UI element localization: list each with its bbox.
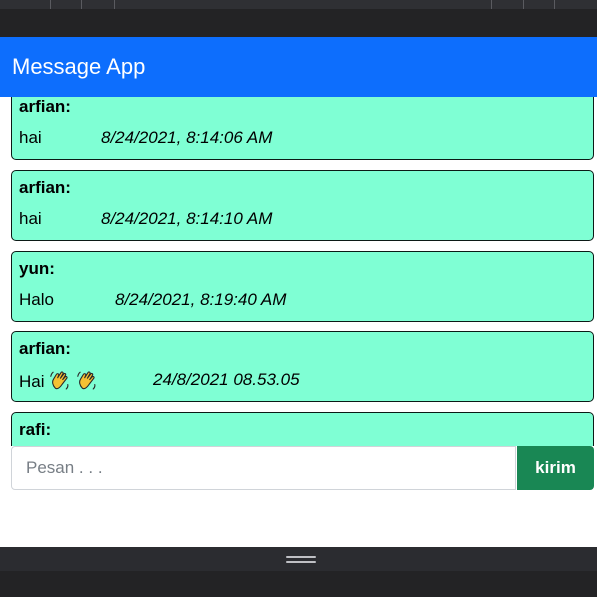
message-list[interactable]: arfian: hai 8/24/2021, 8:14:06 AM arfian… [0,97,597,446]
message-timestamp: 8/24/2021, 8:14:10 AM [101,209,273,228]
grip-line [286,561,316,563]
waving-hand-icon [50,371,69,390]
resize-handle[interactable] [283,554,319,566]
toolbar-divider [491,0,492,9]
message-input[interactable] [11,446,516,490]
app-title[interactable]: Message App [12,54,145,80]
message-text: hai [19,209,42,228]
toolbar-divider [50,0,51,9]
message-card: rafi: [11,412,594,446]
message-timestamp: 8/24/2021, 8:14:06 AM [101,128,273,147]
toolbar-divider [554,0,555,9]
message-sender: arfian: [19,339,71,358]
message-sender: arfian: [19,178,71,197]
message-sender: arfian: [19,97,71,116]
message-text: Halo [19,290,54,309]
browser-toolbar-strip [0,0,597,9]
message-card: arfian: Hai 24/8/2021 08.53.05 [11,331,594,402]
toolbar-divider [523,0,524,9]
waving-hand-icon [77,371,96,390]
message-text-row: Hai [19,369,98,393]
message-text: Hai [19,372,45,391]
message-text: hai [19,128,42,147]
devtools-panel-header [0,547,597,571]
message-sender: yun: [19,259,55,278]
message-card: arfian: hai 8/24/2021, 8:14:06 AM [11,97,594,160]
message-card: arfian: hai 8/24/2021, 8:14:10 AM [11,170,594,241]
message-timestamp: 8/24/2021, 8:19:40 AM [115,290,287,309]
browser-top-bar [0,0,597,37]
message-card: yun: Halo 8/24/2021, 8:19:40 AM [11,251,594,322]
toolbar-divider [114,0,115,9]
message-timestamp: 24/8/2021 08.53.05 [153,370,300,389]
message-composer: kirim [11,446,594,490]
grip-line [286,556,316,558]
send-button[interactable]: kirim [517,446,594,490]
devtools-bottom-bar [0,547,597,597]
toolbar-divider [81,0,82,9]
navbar: Message App [0,37,597,97]
message-sender: rafi: [19,420,52,439]
